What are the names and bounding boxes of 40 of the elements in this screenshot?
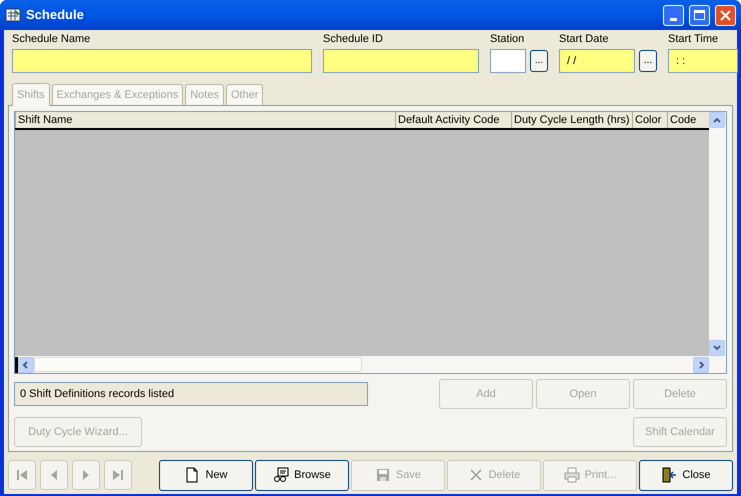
field-label: Start Time [668, 32, 720, 47]
text-field[interactable] [323, 49, 479, 73]
column-header[interactable]: Shift Name [15, 112, 395, 128]
binoculars-icon [273, 467, 290, 483]
field-label: Schedule Name [12, 32, 92, 47]
window-title: Schedule [26, 6, 85, 24]
scroll-up-button[interactable] [709, 112, 725, 128]
maximize-button[interactable] [689, 4, 710, 26]
text-field[interactable]: : : [668, 49, 738, 73]
scroll-left-button[interactable] [18, 356, 34, 372]
column-header[interactable]: Duty Cycle Length (hrs) [511, 112, 632, 128]
last-record-icon [112, 469, 124, 481]
calendar-app-icon [5, 7, 21, 23]
first-record-icon [16, 469, 28, 481]
field-label: Station [490, 32, 526, 47]
column-header[interactable]: Default Activity Code [395, 112, 511, 128]
door-exit-icon [661, 467, 678, 483]
status-text: 0 Shift Definitions records listed [14, 382, 368, 406]
document-icon [184, 467, 200, 483]
x-icon [468, 467, 484, 483]
close-icon [720, 10, 731, 20]
ellipsis-button[interactable]: ... [530, 50, 548, 72]
text-field[interactable] [12, 49, 312, 73]
scrollbar-thumb[interactable] [34, 357, 362, 372]
column-header[interactable]: Color [632, 112, 667, 128]
chevron-down-icon [712, 343, 722, 353]
text-field[interactable]: / / [559, 49, 635, 73]
scroll-down-button[interactable] [709, 340, 725, 356]
toolbar-button[interactable]: New [158, 460, 253, 490]
close-window-button[interactable] [715, 4, 736, 26]
ellipsis-button[interactable]: ... [639, 50, 657, 72]
toolbar-button[interactable]: Browse [254, 460, 349, 490]
printer-icon [564, 467, 580, 483]
minimize-button[interactable] [663, 4, 684, 26]
toolbar-button[interactable]: Close [638, 460, 733, 490]
field-label: Start Date [559, 32, 610, 47]
chevron-up-icon [712, 115, 722, 125]
scroll-right-button[interactable] [693, 356, 709, 372]
text-field[interactable] [490, 49, 526, 73]
field-label: Schedule ID [323, 32, 384, 47]
